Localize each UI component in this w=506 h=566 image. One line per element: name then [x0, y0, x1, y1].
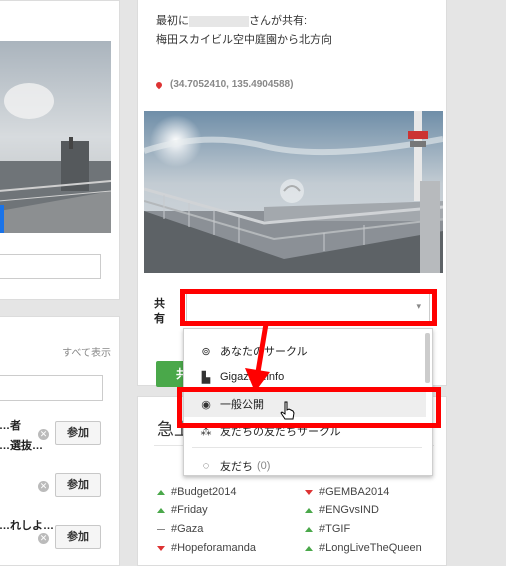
- trending-tag[interactable]: #TGIF: [305, 523, 350, 535]
- trend-flat-icon: [157, 528, 165, 530]
- left-panorama-photo[interactable]: [0, 41, 111, 233]
- audience-option-friends[interactable]: ◌ 友だち (0): [184, 453, 426, 475]
- community-name[interactable]: …者: [0, 417, 21, 433]
- panorama-photo[interactable]: [144, 111, 443, 273]
- share-label-2: 有: [154, 313, 165, 325]
- dropdown-divider: [192, 447, 422, 448]
- trending-tag-label: #LongLiveTheQueen: [319, 542, 422, 554]
- trending-tag[interactable]: #ENGvsIND: [305, 504, 379, 516]
- trend-down-icon: [157, 545, 165, 551]
- trending-tag-label: #Budget2014: [171, 486, 237, 498]
- trend-up-icon: [305, 507, 313, 513]
- highlight-box-select: [180, 289, 437, 326]
- trending-tag[interactable]: #Hopeforamanda: [157, 542, 256, 554]
- shared-by-suffix: さんが共有:: [249, 15, 308, 27]
- trending-tag-label: #Friday: [171, 504, 208, 516]
- map-pin-icon: [154, 80, 164, 89]
- left-post-card: [0, 0, 120, 300]
- redacted-username: [189, 15, 249, 27]
- trend-up-icon: [157, 489, 165, 495]
- audience-option-label: あなたのサークル: [220, 346, 308, 358]
- community-name[interactable]: …選抜…: [0, 437, 43, 453]
- audience-option-your-circles[interactable]: ⊚ あなたのサークル: [184, 338, 426, 364]
- audience-option-label: 友だち: [220, 461, 253, 473]
- trending-tag[interactable]: #GEMBA2014: [305, 486, 389, 498]
- trending-tag-label: #Gaza: [171, 523, 204, 535]
- show-all-link[interactable]: すべて表示: [62, 344, 111, 359]
- trending-tag-label: #GEMBA2014: [319, 486, 390, 498]
- share-label-1: 共: [154, 298, 165, 310]
- shared-by-line: 最初に さんが共有:: [156, 12, 307, 28]
- circles-icon: ⊚: [201, 345, 211, 358]
- location-line[interactable]: (34.7052410, 135.4904588): [154, 79, 293, 90]
- dismiss-icon[interactable]: ✕: [38, 481, 49, 492]
- trending-tag[interactable]: #Gaza: [157, 523, 203, 535]
- left-blue-accent: [0, 205, 4, 233]
- community-name[interactable]: …れしよ…: [0, 517, 54, 533]
- building-icon: ▙: [201, 371, 211, 384]
- communities-card: すべて表示 …者 ✕ 参加 …選抜… ✕ 参加 …れしよ… ✕ 参加: [0, 316, 120, 566]
- coordinates[interactable]: (34.7052410, 135.4904588): [170, 79, 293, 90]
- join-button[interactable]: 参加: [55, 525, 101, 549]
- trending-tag-label: #ENGvsIND: [319, 504, 379, 516]
- trending-tag-label: #Hopeforamanda: [171, 542, 257, 554]
- audience-option-label: Gigazine.info: [220, 371, 285, 383]
- highlight-box-public: [177, 387, 441, 428]
- left-comment-input[interactable]: [0, 254, 101, 279]
- join-button[interactable]: 参加: [55, 473, 101, 497]
- trending-tag[interactable]: #LongLiveTheQueen: [305, 542, 422, 554]
- join-button[interactable]: 参加: [55, 421, 101, 445]
- trending-tag-label: #TGIF: [319, 523, 351, 535]
- trend-up-icon: [305, 545, 313, 551]
- circle-icon: ◌: [202, 460, 210, 472]
- shared-by-prefix: 最初に: [156, 15, 189, 27]
- trend-up-icon: [305, 526, 313, 532]
- community-search-input[interactable]: [0, 375, 103, 401]
- audience-option-count: (0): [257, 460, 271, 472]
- trending-tag[interactable]: #Friday: [157, 504, 208, 516]
- location-title: 梅田スカイビル空中庭園から北方向: [156, 34, 332, 46]
- trending-tag[interactable]: #Budget2014: [157, 486, 236, 498]
- trend-down-icon: [305, 489, 313, 495]
- dismiss-icon[interactable]: ✕: [38, 533, 49, 544]
- hand-cursor-icon: [280, 401, 295, 420]
- trend-up-icon: [157, 507, 165, 513]
